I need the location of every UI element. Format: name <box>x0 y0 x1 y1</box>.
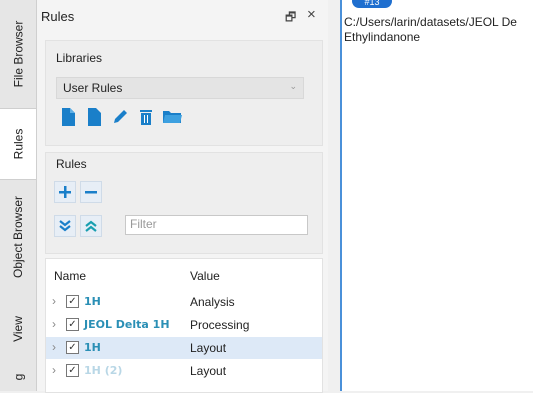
rule-name: 1H (2) <box>84 364 123 377</box>
close-icon[interactable]: × <box>307 6 316 23</box>
expand-arrow-icon[interactable]: › <box>52 340 56 354</box>
rule-checkbox[interactable]: ✓ <box>66 364 79 377</box>
rules-group-title: Rules <box>56 157 87 171</box>
delete-icon[interactable] <box>136 107 156 127</box>
filter-input[interactable] <box>126 216 300 232</box>
expand-arrow-icon[interactable]: › <box>52 363 56 377</box>
libraries-group: Libraries User Rules ⌄ <box>45 40 323 146</box>
rules-panel: Rules 🗗 × Libraries User Rules ⌄ Rules F… <box>37 0 328 393</box>
column-header-value: Value <box>190 269 220 283</box>
filter-field[interactable] <box>125 215 308 235</box>
edit-icon[interactable] <box>110 107 130 127</box>
rule-name: 1H <box>84 295 101 308</box>
panel-title: Rules <box>41 9 75 24</box>
rule-checkbox[interactable]: ✓ <box>66 318 79 331</box>
library-select-value: User Rules <box>63 81 123 95</box>
tab-file-browser[interactable]: File Browser <box>0 0 36 108</box>
rule-value: Processing <box>190 318 250 332</box>
remove-rule-button[interactable] <box>80 181 102 203</box>
document-view[interactable]: #13 C:/Users/larin/datasets/JEOL De Ethy… <box>340 0 533 391</box>
table-row[interactable]: › ✓ 1H (2) Layout <box>46 360 322 382</box>
open-library-icon[interactable] <box>58 107 78 127</box>
rule-value: Analysis <box>190 295 235 309</box>
column-header-name: Name <box>54 269 87 283</box>
panel-header: Rules 🗗 × <box>37 0 328 32</box>
rule-value: Layout <box>190 341 227 355</box>
tab-view[interactable]: View <box>0 296 36 362</box>
collapse-all-button[interactable] <box>80 215 102 237</box>
new-rule-icon[interactable] <box>84 107 104 127</box>
document-path: C:/Users/larin/datasets/JEOL De <box>344 15 517 29</box>
document-badge: #13 <box>352 0 392 8</box>
expand-arrow-icon[interactable]: › <box>52 294 56 308</box>
chevron-down-icon: ⌄ <box>289 81 297 91</box>
expand-all-button[interactable] <box>54 215 76 237</box>
folder-icon[interactable] <box>162 107 182 127</box>
rules-table: Name Value › ✓ 1H Analysis › ✓ JEOL Delt… <box>45 258 323 393</box>
expand-arrow-icon[interactable]: › <box>52 317 56 331</box>
rules-group: Rules <box>45 152 323 254</box>
table-row[interactable]: › ✓ 1H Analysis <box>46 291 322 313</box>
table-row[interactable]: › ✓ JEOL Delta 1H Processing <box>46 314 322 336</box>
rule-name: 1H <box>84 341 101 354</box>
tab-object-browser[interactable]: Object Browser <box>0 178 36 296</box>
float-icon[interactable]: 🗗 <box>285 8 296 29</box>
libraries-title: Libraries <box>56 51 103 65</box>
side-tab-bar: File Browser Rules Object Browser View g <box>0 0 37 391</box>
tab-rules[interactable]: Rules <box>0 108 36 180</box>
add-rule-button[interactable] <box>54 181 76 203</box>
table-row[interactable]: › ✓ 1H Layout <box>46 337 322 359</box>
rule-checkbox[interactable]: ✓ <box>66 341 79 354</box>
document-name: Ethylindanone <box>344 30 421 44</box>
rule-value: Layout <box>190 364 227 378</box>
rule-name: JEOL Delta 1H <box>84 318 170 331</box>
library-select[interactable]: User Rules ⌄ <box>56 77 304 99</box>
tab-partial[interactable]: g <box>0 362 36 391</box>
rule-checkbox[interactable]: ✓ <box>66 295 79 308</box>
